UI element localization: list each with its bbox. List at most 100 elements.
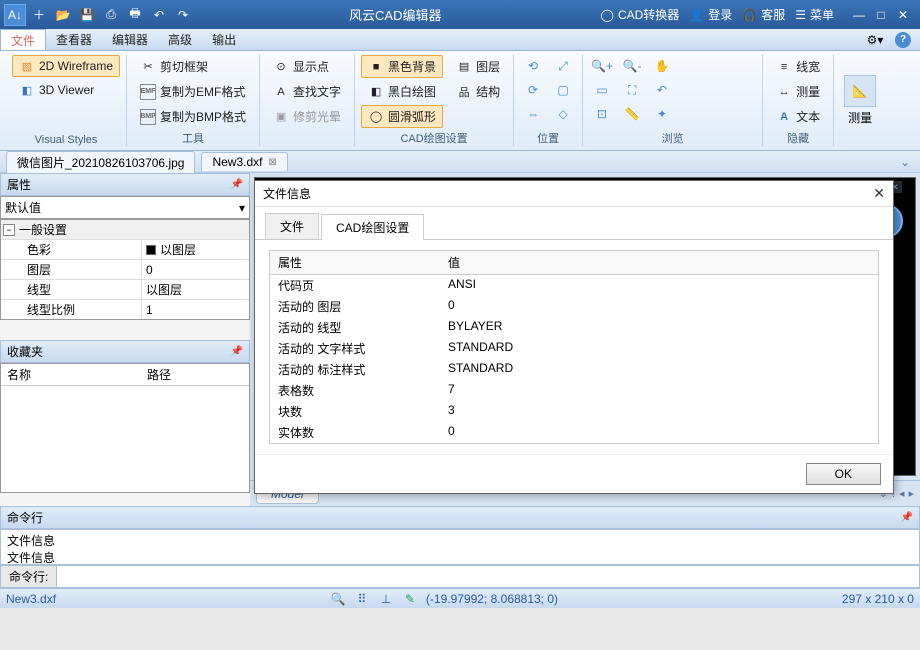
file-tab-1[interactable]: New3.dxf⊠ [201,152,287,171]
nav-icon[interactable]: ✦ [649,103,675,125]
undo-icon[interactable]: ↶ [148,4,170,26]
btn-text[interactable]: A文本 [769,105,827,128]
info-row: 块数3 [270,401,878,422]
btn-measure-big[interactable]: 📐 测量 [840,75,880,126]
zoom-fit-icon[interactable]: ⊡ [589,103,615,125]
btn-find-text[interactable]: A查找文字 [266,80,348,103]
bmp-icon: BMP [140,109,156,125]
menu-viewer[interactable]: 查看器 [46,29,102,50]
settings-icon[interactable]: ⚙▾ [864,31,886,49]
pos-btn-2[interactable]: ⤢ [550,55,576,77]
dialog-close-icon[interactable]: ✕ [873,185,885,202]
zoom-in-icon[interactable]: 🔍+ [589,55,615,77]
prop-value[interactable]: 1 [141,300,249,319]
save-icon[interactable]: 💾 [76,4,98,26]
btn-2d-wireframe[interactable]: ▧2D Wireframe [12,55,120,77]
btn-bw-draw[interactable]: ◧黑白绘图 [361,80,443,103]
fav-col-name[interactable]: 名称 [1,364,141,385]
file-tab-0[interactable]: 微信图片_20210826103706.jpg [6,151,195,173]
tab-close-icon[interactable]: ⊠ [269,157,277,168]
pos-btn-1[interactable]: ⟲ [520,55,546,77]
layout-next-icon[interactable]: ▸ [908,487,914,500]
prop-row[interactable]: 色彩以图层 [1,239,249,259]
btn-copy-emf[interactable]: EMF复制为EMF格式 [133,80,253,103]
btn-measure-small[interactable]: ↔测量 [769,80,827,103]
support-button[interactable]: 🎧客服 [742,6,785,23]
btn-layers[interactable]: ▤图层 [449,55,507,78]
command-history[interactable]: 文件信息 文件信息 [0,529,920,565]
pos-btn-4[interactable]: ▢ [550,79,576,101]
sb-search-icon[interactable]: 🔍 [330,591,346,607]
new-icon[interactable]: ＋ [28,4,50,26]
sb-snap-icon[interactable]: ✎ [402,591,418,607]
print-icon[interactable]: 🖶 [124,4,146,26]
cmd-line: 文件信息 [7,549,913,565]
zoom-scale-icon[interactable]: 📏 [619,103,645,125]
prop-value[interactable]: 0 [141,260,249,279]
command-input[interactable] [57,566,919,587]
btn-copy-bmp[interactable]: BMP复制为BMP格式 [133,105,253,128]
sb-grid-icon[interactable]: ⠿ [354,591,370,607]
ribbon-group-label: Visual Styles [12,132,120,146]
info-row: 实体数0 [270,422,878,443]
menu-editor[interactable]: 编辑器 [102,29,158,50]
ribbon-group-cad-settings: ■黑色背景 ◧黑白绘图 ◯圆滑弧形 ▤图层 品结构 CAD绘图设置 [355,55,514,146]
open-icon[interactable]: 📂 [52,4,74,26]
btn-smooth-arc[interactable]: ◯圆滑弧形 [361,105,443,128]
info-table: 属性 值 代码页ANSI 活动的 图层0 活动的 线型BYLAYER 活动的 文… [269,250,879,444]
pos-btn-5[interactable]: ⇔ [520,103,546,125]
prop-row[interactable]: 图层0 [1,259,249,279]
info-header: 属性 值 [270,251,878,275]
btn-crop-frame[interactable]: ✂剪切框架 [133,55,253,78]
menu-output[interactable]: 输出 [202,29,246,50]
close-button[interactable]: ✕ [894,6,912,24]
properties-title: 属性 [7,176,31,193]
dialog-tab-file[interactable]: 文件 [265,213,319,239]
btn-show-points[interactable]: ⊙显示点 [266,55,348,78]
prop-row[interactable]: 线型以图层 [1,279,249,299]
minimize-button[interactable]: — [850,6,868,24]
favorites-title: 收藏夹 [7,343,43,360]
help-icon[interactable]: ? [892,31,914,49]
sb-ortho-icon[interactable]: ⊥ [378,591,394,607]
zoom-extents-icon[interactable]: ⛶ [619,79,645,101]
pin-icon[interactable]: 📌 [231,346,243,357]
menu-advanced[interactable]: 高级 [158,29,202,50]
fav-col-path[interactable]: 路径 [141,364,177,385]
menu-file[interactable]: 文件 [0,29,46,50]
ok-button[interactable]: OK [806,463,881,485]
prop-group-header[interactable]: −一般设置 [1,220,249,239]
menu-button[interactable]: ☰菜单 [795,6,834,23]
layout-prev-icon[interactable]: ◂ [899,487,905,500]
pos-btn-3[interactable]: ⟳ [520,79,546,101]
redo-icon[interactable]: ↷ [172,4,194,26]
zoom-window-icon[interactable]: ▭ [589,79,615,101]
collapse-icon[interactable]: − [3,224,15,236]
btn-black-bg[interactable]: ■黑色背景 [361,55,443,78]
prop-value[interactable]: 以图层 [141,280,249,299]
zoom-prev-icon[interactable]: ↶ [649,79,675,101]
btn-lineweight[interactable]: ≡线宽 [769,55,827,78]
btn-trim-halo[interactable]: ▣修剪光晕 [266,105,348,128]
prop-value[interactable]: 以图层 [141,240,249,259]
app-icon[interactable]: A↓ [4,4,26,26]
login-button[interactable]: 👤登录 [689,6,732,23]
dialog-footer: OK [255,454,893,493]
pin-icon[interactable]: 📌 [901,512,913,523]
login-label: 登录 [708,6,732,23]
dialog-title-bar[interactable]: 文件信息 ✕ [255,181,893,207]
pan-icon[interactable]: ✋ [649,55,675,77]
btn-3d-viewer[interactable]: ◧3D Viewer [12,79,120,101]
pos-btn-6[interactable]: ◇ [550,103,576,125]
prop-row[interactable]: 线型比例1 [1,299,249,319]
dialog-tab-cad-settings[interactable]: CAD绘图设置 [321,214,424,240]
properties-selector[interactable]: 默认值▾ [0,196,250,219]
tabs-dropdown-icon[interactable]: ⌄ [896,155,914,169]
btn-structure[interactable]: 品结构 [449,80,507,103]
pin-icon[interactable]: 📌 [231,179,243,190]
export-icon[interactable]: ⎙ [100,4,122,26]
ribbon: ▧2D Wireframe ◧3D Viewer Visual Styles ✂… [0,51,920,151]
zoom-out-icon[interactable]: 🔍- [619,55,645,77]
cad-converter-button[interactable]: ◯CAD转换器 [601,6,680,23]
maximize-button[interactable]: □ [872,6,890,24]
